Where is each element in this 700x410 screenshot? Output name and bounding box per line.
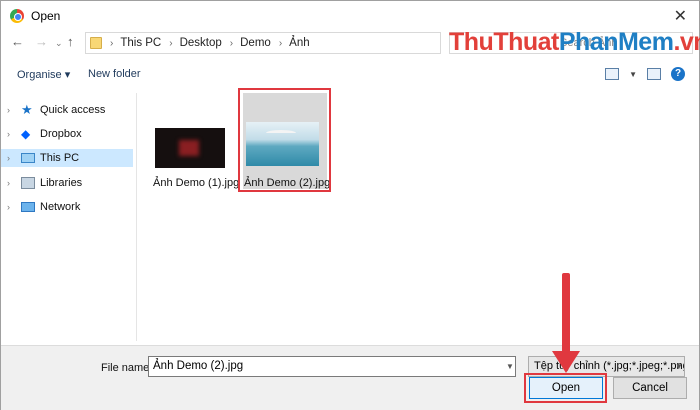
computer-icon (21, 153, 35, 163)
expand-chevron-icon[interactable]: › (7, 129, 17, 139)
cancel-button[interactable]: Cancel (613, 377, 687, 399)
file-type-chevron-icon[interactable]: ▼ (675, 362, 683, 371)
change-view-icon[interactable] (605, 68, 620, 80)
breadcrumb-separator: › (229, 37, 234, 49)
close-icon[interactable]: ✕ (674, 6, 687, 26)
back-arrow-icon[interactable]: ← (11, 34, 24, 49)
sidebar-item-label: Dropbox (40, 128, 82, 140)
network-icon (21, 202, 35, 212)
file-name-field[interactable]: Ảnh Demo (2).jpg (148, 356, 516, 377)
organise-button[interactable]: Organise ▾ (17, 68, 70, 81)
view-options-chevron-icon[interactable]: ▼ (629, 70, 637, 79)
view-controls: ▼ ? (605, 67, 685, 81)
libraries-icon (21, 177, 35, 189)
watermark-logo: ThuThuatPhanMem.vn (449, 28, 700, 56)
sidebar-item-dropbox[interactable]: › ◆ Dropbox (1, 125, 133, 143)
breadcrumb-demo[interactable]: Demo (240, 37, 271, 49)
recent-locations-chevron-icon[interactable]: ⌄ (55, 38, 63, 49)
sidebar-item-quick-access[interactable]: › ★ Quick access (1, 101, 133, 119)
annotation-arrow-head (552, 351, 580, 373)
sidebar-item-label: Libraries (40, 177, 83, 189)
breadcrumb-this-pc[interactable]: This PC (120, 37, 161, 49)
chrome-icon (10, 9, 24, 23)
breadcrumb-separator: › (110, 37, 114, 49)
breadcrumb-separator: › (278, 37, 283, 49)
star-icon: ★ (21, 102, 33, 117)
dropbox-icon: ◆ (21, 127, 31, 141)
navigation-pane: › ★ Quick access › ◆ Dropbox › This PC ›… (1, 93, 137, 341)
help-icon[interactable]: ? (671, 67, 685, 81)
breadcrumb-desktop[interactable]: Desktop (180, 37, 222, 49)
annotation-arrow-shaft (562, 273, 570, 355)
selected-file-annotation-box (238, 88, 331, 192)
file-name-1[interactable]: Ảnh Demo (1).jpg (153, 177, 239, 189)
sidebar-item-libraries[interactable]: › Libraries (1, 174, 133, 192)
forward-arrow-icon[interactable]: → (35, 34, 48, 49)
file-name-label: File name: (101, 362, 153, 374)
expand-chevron-icon[interactable]: › (7, 105, 17, 115)
window-title: Open (31, 9, 61, 23)
expand-chevron-icon[interactable]: › (7, 153, 17, 163)
file-thumbnail-1[interactable] (155, 128, 225, 168)
open-dialog: Open ✕ ← → ⌄ ↑ › This PC › Desktop › Dem… (0, 0, 700, 410)
breadcrumb-anh[interactable]: Ảnh (289, 37, 309, 49)
sidebar-item-label: Network (40, 201, 81, 213)
expand-chevron-icon[interactable]: › (7, 178, 17, 188)
sidebar-item-label: This PC (40, 152, 80, 164)
sidebar-item-network[interactable]: › Network (1, 198, 133, 216)
open-button-annotation-box (524, 373, 607, 403)
folder-icon (90, 37, 102, 49)
command-toolbar: Organise ▾ New folder ▼ ? (1, 63, 699, 87)
up-arrow-icon[interactable]: ↑ (67, 34, 74, 49)
address-bar[interactable]: › This PC › Desktop › Demo › Ảnh (85, 32, 441, 54)
sidebar-item-this-pc[interactable]: › This PC (1, 149, 133, 167)
file-name-chevron-icon[interactable]: ▼ (506, 362, 514, 371)
breadcrumb-separator: › (169, 37, 173, 49)
new-folder-button[interactable]: New folder (88, 68, 141, 80)
sidebar-item-label: Quick access (40, 104, 106, 116)
preview-pane-icon[interactable] (647, 68, 661, 80)
expand-chevron-icon[interactable]: › (7, 202, 17, 212)
